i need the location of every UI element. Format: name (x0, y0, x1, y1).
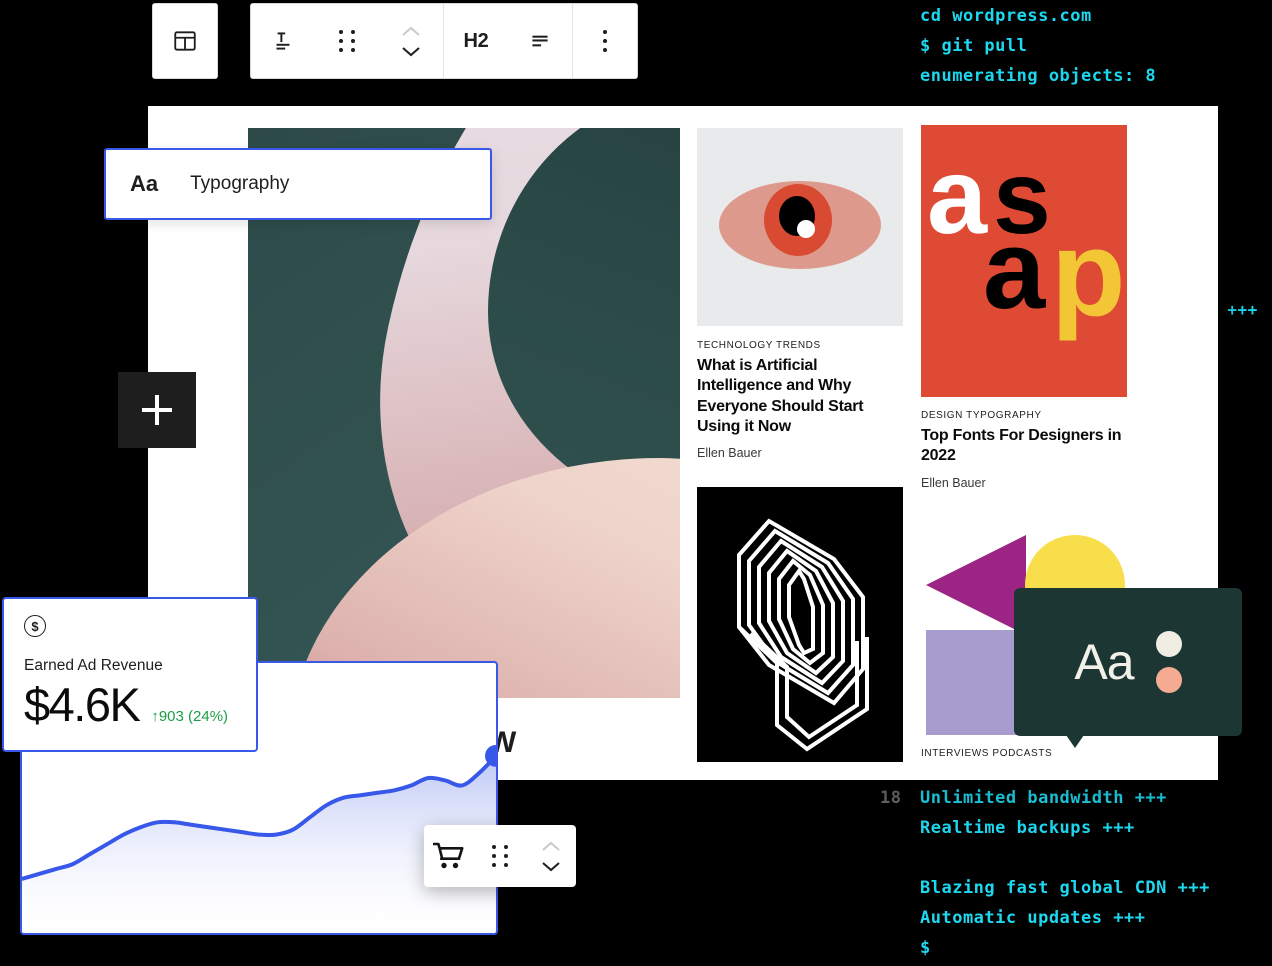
terminal-gutter: 18 (880, 788, 902, 808)
terminal-gutter (880, 878, 898, 898)
shopping-cart-icon (433, 842, 464, 869)
swatch-salmon[interactable] (1155, 667, 1182, 693)
font-preview-label: Aa (1074, 634, 1134, 690)
align-left-icon (532, 35, 548, 47)
block-toolbar[interactable]: H2 (250, 3, 638, 79)
article-author: Ellen Bauer (697, 446, 762, 461)
terminal-line-2: $ git pull (880, 36, 1027, 56)
terminal-bottom-line-1: 18 Unlimited bandwidth +++ (880, 788, 1167, 808)
more-vertical-icon (603, 30, 607, 52)
terminal-text: Realtime backups +++ (920, 818, 1135, 838)
chevron-down-icon[interactable] (541, 861, 561, 872)
terminal-line-1: cd wordpress.com (880, 6, 1092, 26)
terminal-gutter (880, 848, 898, 868)
article-card-maze[interactable] (697, 487, 903, 762)
terminal-text: cd wordpress.com (920, 6, 1092, 26)
poster-letter-p: p (1051, 205, 1126, 341)
more-options-button[interactable] (573, 4, 637, 78)
terminal-bottom-line-6: $ (880, 938, 931, 958)
terminal-line-3: enumerating objects: 8 (880, 66, 1156, 86)
terminal-gutter (880, 908, 898, 928)
heading-level-label: H2 (463, 29, 489, 52)
article-title: Top Fonts For Designers in 2022 (921, 427, 1122, 465)
color-swatches (1155, 631, 1182, 693)
terminal-bottom-line-3 (880, 848, 920, 868)
terminal-text: enumerating objects: 8 (920, 66, 1157, 86)
article-categories: INTERVIEWS PODCASTS (921, 748, 1053, 759)
chevron-up-icon[interactable] (541, 841, 561, 852)
terminal-bottom-line-2: Realtime backups +++ (880, 818, 1135, 838)
swatch-cream[interactable] (1155, 631, 1182, 657)
cart-drag-handle[interactable] (475, 845, 526, 867)
drag-handle-button[interactable] (315, 4, 379, 78)
cursor-pointer-icon (1066, 735, 1084, 748)
eye-illustration (697, 128, 903, 326)
typography-aa-icon: Aa (130, 171, 159, 196)
earned-ad-revenue-card: $ Earned Ad Revenue $4.6K ↑903 (24%) (2, 597, 258, 752)
terminal-text: Automatic updates +++ (920, 908, 1146, 928)
stat-delta: ↑903 (24%) (151, 708, 229, 725)
font-preview-card[interactable]: Aa (1014, 588, 1242, 748)
dollar-coin-icon: $ (24, 615, 46, 637)
asap-poster: a s a p (921, 125, 1127, 397)
article-categories: DESIGN TYPOGRAPHY (921, 410, 1042, 421)
drag-dots-icon (338, 30, 356, 52)
stat-value: $4.6K (24, 678, 141, 731)
terminal-gutter (880, 36, 898, 56)
layout-grid-button[interactable] (153, 4, 217, 78)
terminal-text: $ (920, 938, 931, 958)
terminal-text: Unlimited bandwidth +++ (920, 788, 1167, 808)
eye-highlight (797, 220, 815, 238)
terminal-gutter (880, 938, 898, 958)
move-block-buttons[interactable] (379, 4, 443, 78)
terminal-gutter (880, 66, 898, 86)
article-categories: TECHNOLOGY TRENDS (697, 340, 821, 351)
screenshot-root: cd wordpress.com $ git pull enumerating … (0, 0, 1272, 966)
drag-dots-icon (491, 845, 509, 867)
article-card-fonts[interactable]: a s a p DESIGN TYPOGRAPHY Top Fonts For … (921, 125, 1131, 490)
cart-move-buttons[interactable] (525, 841, 576, 872)
typography-block[interactable]: Aa Typography (104, 148, 492, 220)
shopping-cart-button[interactable] (424, 842, 475, 870)
article-title: What is Artificial Intelligence and Why … (697, 357, 864, 435)
terminal-gutter (880, 818, 898, 838)
text-align-button[interactable] (508, 4, 572, 78)
heading-level-button[interactable]: H2 (444, 4, 508, 78)
terminal-gutter (880, 6, 898, 26)
hexagon-maze-illustration (697, 487, 903, 762)
article-author: Ellen Bauer (921, 475, 986, 490)
terminal-text: $ git pull (920, 36, 1028, 56)
terminal-bottom-line-4: Blazing fast global CDN +++ (880, 878, 1210, 898)
article-card-ai[interactable]: TECHNOLOGY TRENDS What is Artificial Int… (697, 128, 903, 460)
poster-letter-a2: a (983, 207, 1045, 332)
chevron-down-icon[interactable] (401, 46, 421, 57)
block-type-toolbar[interactable] (152, 3, 218, 79)
text-style-icon (276, 32, 290, 50)
poster-letter-a1: a (927, 135, 987, 256)
add-block-button[interactable] (118, 372, 196, 448)
terminal-bottom-line-5: Automatic updates +++ (880, 908, 1145, 928)
magenta-triangle-shape (926, 535, 1026, 635)
chevron-up-icon[interactable] (401, 26, 421, 37)
paragraph-style-button[interactable] (251, 4, 315, 78)
cart-block-toolbar[interactable] (424, 825, 576, 887)
stat-title: Earned Ad Revenue (24, 657, 163, 674)
layout-grid-icon (174, 31, 196, 51)
terminal-text: Blazing fast global CDN +++ (920, 878, 1210, 898)
typography-label: Typography (190, 173, 290, 194)
